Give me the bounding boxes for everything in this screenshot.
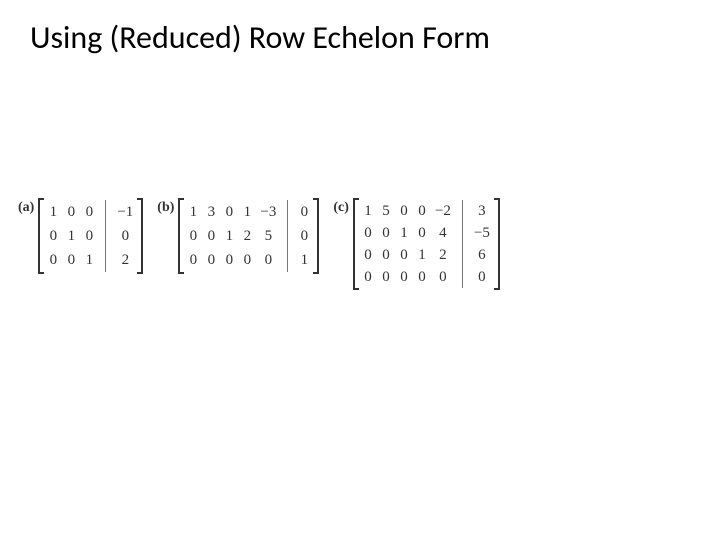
augment-bar-icon [462, 200, 463, 288]
bracket-left-icon [353, 198, 359, 290]
cell: 0 [363, 222, 373, 244]
cell: 0 [188, 248, 198, 272]
cell: 0 [66, 200, 76, 224]
cell: 0 [399, 244, 409, 266]
cell: 5 [263, 224, 273, 248]
label-a: (a) [18, 198, 34, 216]
slide-title: Using (Reduced) Row Echelon Form [30, 18, 490, 57]
cell: 5 [381, 200, 391, 222]
cell: 2 [438, 244, 448, 266]
cell: −3 [260, 200, 276, 224]
cell: 0 [417, 222, 427, 244]
cell: 1 [299, 248, 309, 272]
cell: 4 [438, 222, 448, 244]
cell: 0 [66, 248, 76, 272]
cell: 0 [206, 224, 216, 248]
bracket-right-icon [494, 198, 500, 290]
cell: 0 [363, 244, 373, 266]
cell: 0 [417, 200, 427, 222]
cell: 1 [48, 200, 58, 224]
example-b: (b) 1 0 0 3 0 0 0 1 0 [157, 198, 319, 274]
example-c: (c) 1 0 0 0 5 0 0 0 0 1 0 [333, 198, 499, 290]
cell: 0 [224, 200, 234, 224]
matrix-row: (a) 1 0 0 0 1 0 0 0 1 [18, 198, 514, 290]
bracket-left-icon [38, 198, 44, 274]
cell: −2 [435, 200, 451, 222]
label-b: (b) [157, 198, 174, 216]
cell: 1 [224, 224, 234, 248]
cell: 0 [399, 200, 409, 222]
cell: 0 [84, 200, 94, 224]
cell: 0 [363, 266, 373, 288]
cell: 0 [242, 248, 252, 272]
cell: 0 [84, 224, 94, 248]
cell: 0 [263, 248, 273, 272]
matrix-a: 1 0 0 0 1 0 0 0 1 −1 0 2 [38, 198, 143, 274]
cell: 0 [381, 222, 391, 244]
augment-bar-icon [105, 200, 106, 272]
cell: 1 [188, 200, 198, 224]
bracket-right-icon [137, 198, 143, 274]
cell: 0 [120, 224, 130, 248]
cell: 0 [48, 224, 58, 248]
cell: 1 [417, 244, 427, 266]
bracket-left-icon [178, 198, 184, 274]
cell: 2 [120, 248, 130, 272]
cell: 0 [381, 244, 391, 266]
cell: 1 [242, 200, 252, 224]
cell: 0 [299, 200, 309, 224]
cell: 3 [206, 200, 216, 224]
cell: 0 [477, 266, 487, 288]
cell: 1 [84, 248, 94, 272]
augment-bar-icon [287, 200, 288, 272]
bracket-right-icon [313, 198, 319, 274]
matrix-b: 1 0 0 3 0 0 0 1 0 1 2 0 [178, 198, 319, 274]
cell: 0 [381, 266, 391, 288]
cell: 1 [363, 200, 373, 222]
cell: 2 [242, 224, 252, 248]
label-c: (c) [333, 198, 349, 216]
cell: 0 [224, 248, 234, 272]
cell: 3 [477, 200, 487, 222]
cell: 0 [399, 266, 409, 288]
cell: 0 [206, 248, 216, 272]
cell: 0 [438, 266, 448, 288]
cell: 0 [417, 266, 427, 288]
cell: 1 [66, 224, 76, 248]
cell: 0 [48, 248, 58, 272]
cell: 6 [477, 244, 487, 266]
matrix-c: 1 0 0 0 5 0 0 0 0 1 0 0 0 [353, 198, 500, 290]
cell: 0 [188, 224, 198, 248]
cell: 1 [399, 222, 409, 244]
cell: 0 [299, 224, 309, 248]
cell: −5 [474, 222, 490, 244]
cell: −1 [117, 200, 133, 224]
example-a: (a) 1 0 0 0 1 0 0 0 1 [18, 198, 143, 274]
